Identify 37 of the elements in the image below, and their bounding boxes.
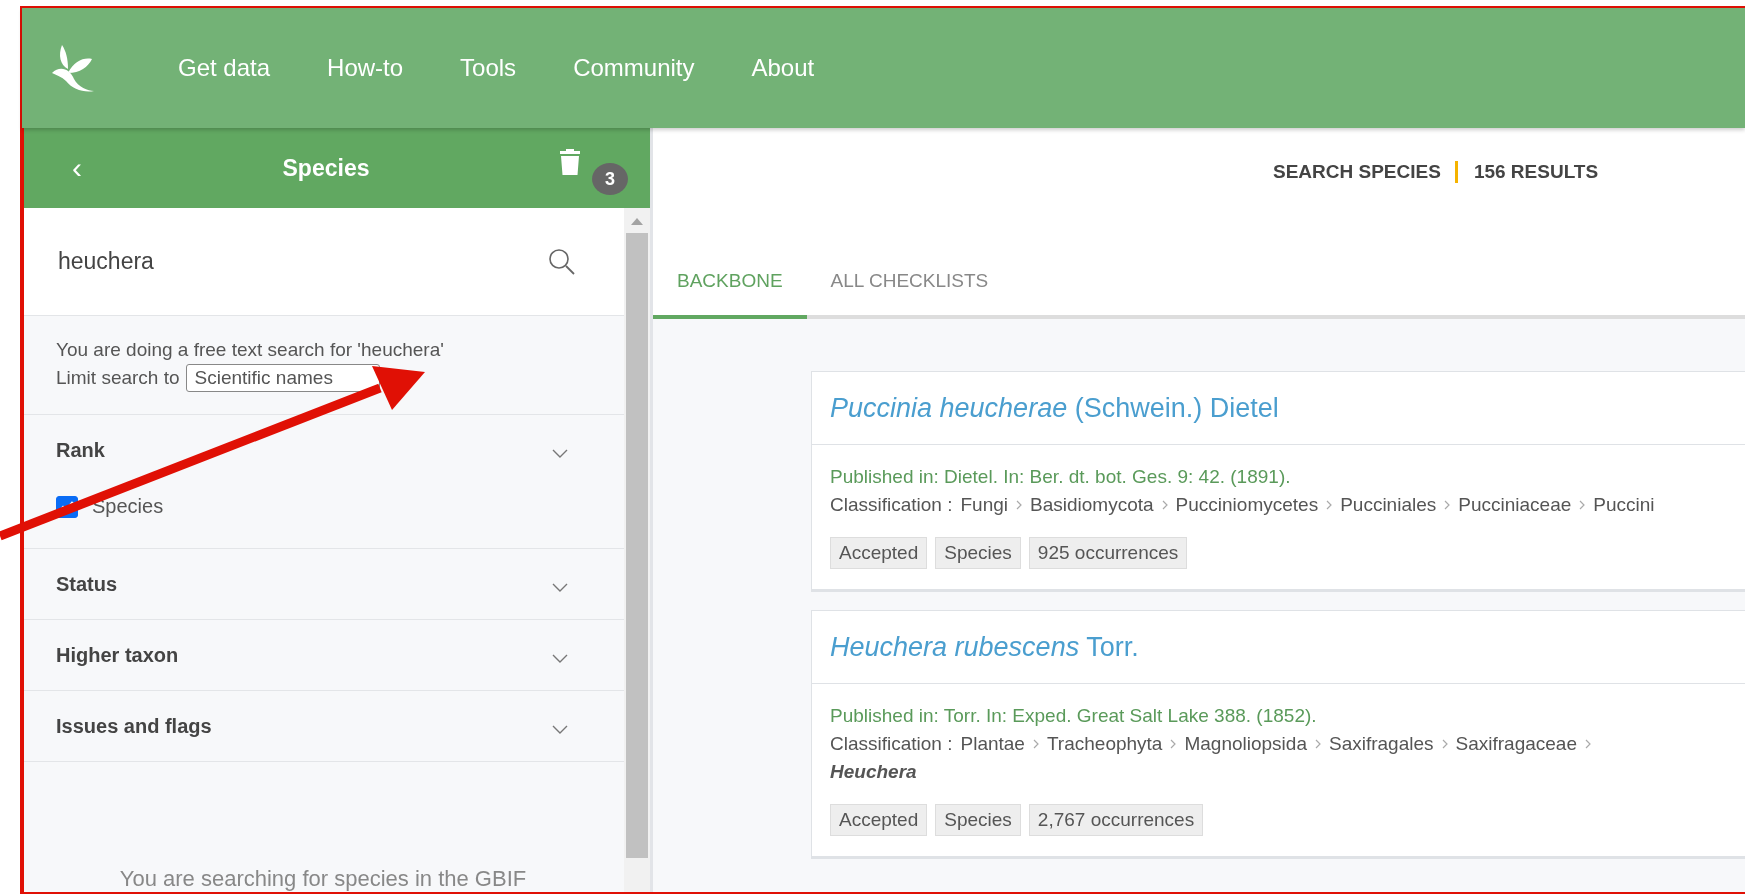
taxon-link[interactable]: Magnoliopsida xyxy=(1184,730,1307,758)
info-text: You are searching for species in the GBIF xyxy=(119,866,527,892)
publication-text: Published in: Dietel. In: Ber. dt. bot. Ges. 9: 42. (1891). xyxy=(830,465,1292,489)
result-count: 156 RESULTS xyxy=(1454,161,1599,183)
genus-link[interactable]: Heuchera xyxy=(830,758,917,786)
limit-label: Limit search to xyxy=(56,366,180,390)
taxon-link[interactable]: Pucciniomycetes xyxy=(1175,491,1319,519)
taxon-link[interactable]: Tracheophyta xyxy=(1046,730,1163,758)
search-field[interactable]: heuchera xyxy=(56,247,548,276)
taxon-link[interactable]: Pucciniaceae xyxy=(1458,491,1572,519)
taxon-link[interactable]: Pucciniales xyxy=(1340,491,1437,519)
tag: Accepted xyxy=(830,804,928,836)
taxon-link[interactable]: Fungi xyxy=(960,491,1009,519)
taxon-link[interactable]: Puccini xyxy=(1593,491,1655,519)
filter-section-header[interactable]: Higher taxon xyxy=(22,620,624,690)
filter-section-header[interactable]: Status xyxy=(22,549,624,619)
filter-section-header[interactable]: Issues and flags xyxy=(22,691,624,761)
tag: Species xyxy=(935,804,1021,836)
sidebar-title: Species xyxy=(281,154,371,182)
taxon-link[interactable]: Saxifragales xyxy=(1328,730,1434,758)
classification-label: Classification : xyxy=(830,493,953,517)
classification-label: Classification : xyxy=(830,732,953,756)
search-notice: You are doing a free text search for 'heuchera' xyxy=(56,339,444,360)
tag: 2,767 occurrences xyxy=(1028,804,1204,836)
filter-section-header[interactable]: Rank xyxy=(22,415,624,485)
taxon-link[interactable]: Saxifragaceae xyxy=(1455,730,1577,758)
taxon-link[interactable]: Basidiomycota xyxy=(1030,491,1154,519)
publication-text: Published in: Torr. In: Exped. Great Salt Lake 388. (1852). xyxy=(830,704,1318,728)
page-heading: SEARCH SPECIES xyxy=(1273,161,1441,183)
tab[interactable]: ALL CHECKLISTS xyxy=(806,216,1013,319)
filter-count-badge: 3 xyxy=(592,163,628,195)
tag: 925 occurrences xyxy=(1028,537,1188,569)
tag: Accepted xyxy=(830,537,928,569)
tag: Species xyxy=(935,537,1021,569)
limit-dropdown[interactable]: Scientific names xyxy=(185,364,380,392)
taxon-link[interactable]: Plantae xyxy=(960,730,1025,758)
clear-filters-button[interactable]: 3 xyxy=(560,137,630,199)
